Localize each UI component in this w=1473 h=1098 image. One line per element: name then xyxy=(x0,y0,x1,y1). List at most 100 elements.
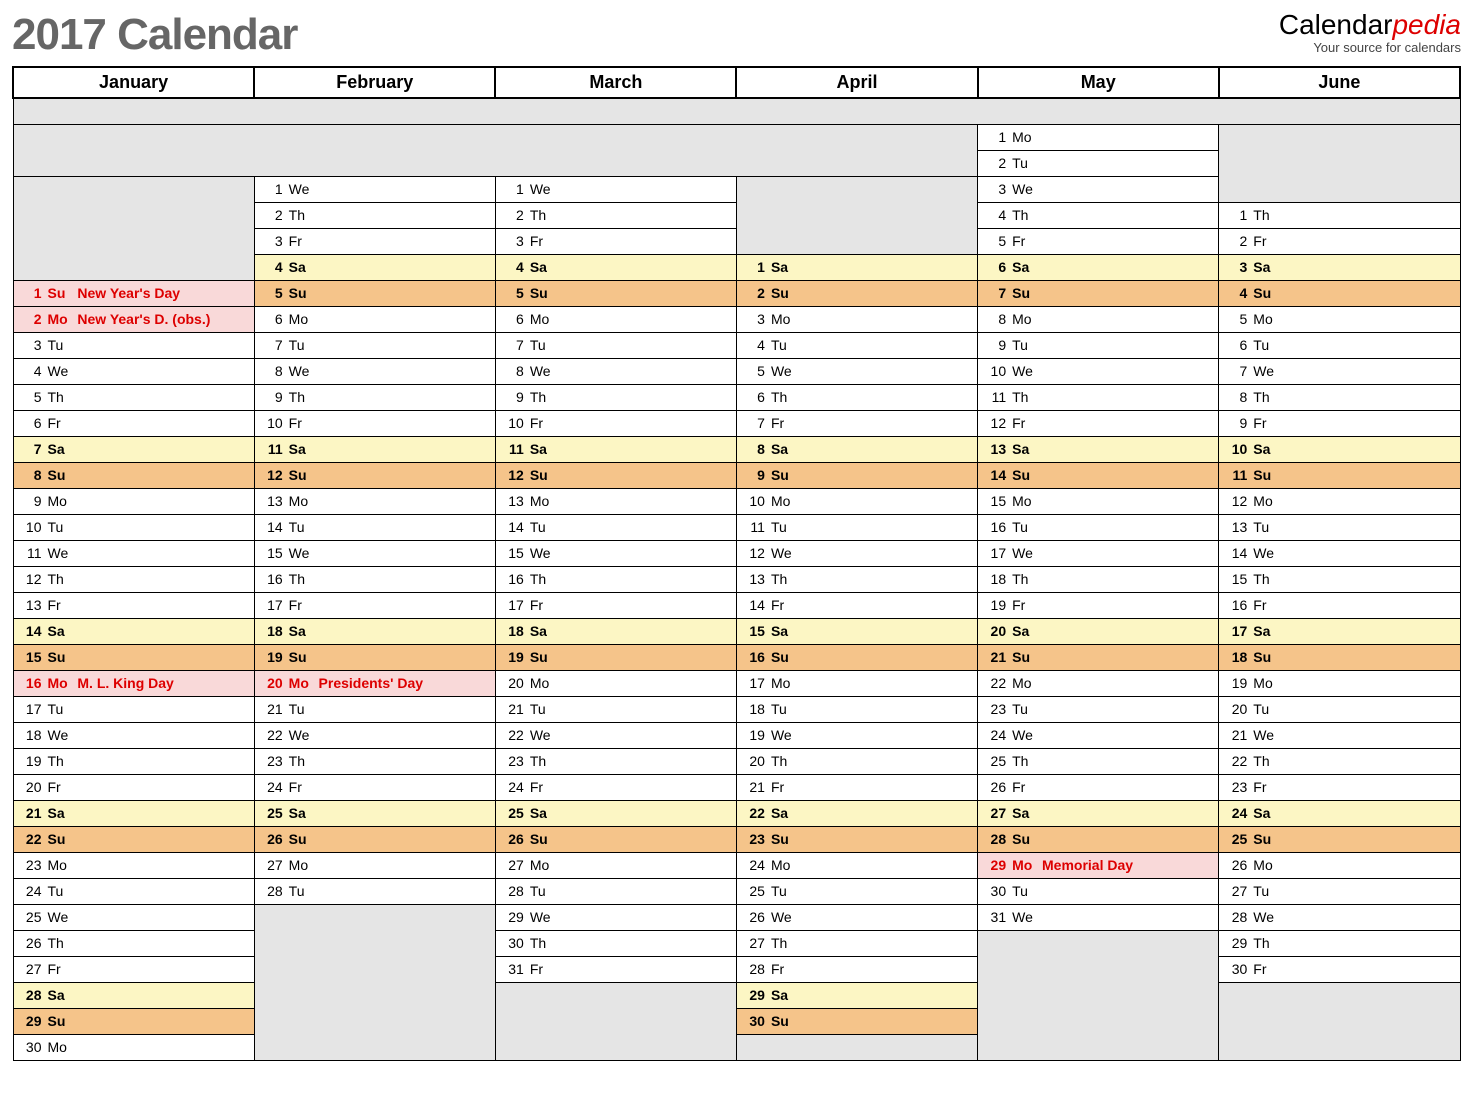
day-of-week: Mo xyxy=(530,857,556,873)
day-of-week: Fr xyxy=(1253,415,1279,431)
day-of-week: Su xyxy=(289,467,315,483)
day-of-week: We xyxy=(1253,727,1279,743)
day-cell: 1We xyxy=(254,176,495,202)
day-cell: 21Fr xyxy=(736,774,977,800)
day-cell xyxy=(1219,982,1460,1060)
day-cell: 15Sa xyxy=(736,618,977,644)
day-number: 23 xyxy=(20,857,42,873)
day-cell: 29Th xyxy=(1219,930,1460,956)
day-cell: 28Tu xyxy=(495,878,736,904)
day-of-week: Tu xyxy=(289,519,315,535)
day-number: 6 xyxy=(261,311,283,327)
day-of-week: Tu xyxy=(530,883,556,899)
day-number: 12 xyxy=(20,571,42,587)
day-number: 16 xyxy=(502,571,524,587)
day-number: 7 xyxy=(743,415,765,431)
day-of-week: Fr xyxy=(530,415,556,431)
day-cell: 19Su xyxy=(254,644,495,670)
day-number: 10 xyxy=(261,415,283,431)
day-number: 14 xyxy=(502,519,524,535)
day-cell: 7We xyxy=(1219,358,1460,384)
day-cell: 12We xyxy=(736,540,977,566)
day-cell: 16Su xyxy=(736,644,977,670)
day-cell: 4Tu xyxy=(736,332,977,358)
page-title: 2017 Calendar xyxy=(12,10,297,60)
day-number: 9 xyxy=(743,467,765,483)
day-number: 24 xyxy=(743,857,765,873)
day-number: 22 xyxy=(261,727,283,743)
day-number: 3 xyxy=(743,311,765,327)
day-of-week: Th xyxy=(1012,389,1038,405)
day-number: 4 xyxy=(984,207,1006,223)
day-number: 30 xyxy=(20,1039,42,1055)
day-cell: 17Mo xyxy=(736,670,977,696)
day-of-week: Mo xyxy=(1012,675,1038,691)
day-of-week: Th xyxy=(48,389,74,405)
day-cell: 11Sa xyxy=(254,436,495,462)
day-of-week: Fr xyxy=(1253,961,1279,977)
day-of-week: We xyxy=(530,727,556,743)
brand-name: Calendarpedia xyxy=(1279,10,1461,41)
day-cell: 26Mo xyxy=(1219,852,1460,878)
day-number: 6 xyxy=(502,311,524,327)
day-number: 24 xyxy=(502,779,524,795)
day-number: 10 xyxy=(743,493,765,509)
day-cell: 19Mo xyxy=(1219,670,1460,696)
day-cell: 30Su xyxy=(736,1008,977,1034)
day-number: 21 xyxy=(20,805,42,821)
day-number: 15 xyxy=(743,623,765,639)
day-of-week: Th xyxy=(1253,935,1279,951)
day-cell: 26Su xyxy=(254,826,495,852)
day-of-week: Su xyxy=(289,649,315,665)
day-cell: 14Su xyxy=(978,462,1219,488)
day-cell: 12Su xyxy=(495,462,736,488)
day-number: 10 xyxy=(20,519,42,535)
day-of-week: Su xyxy=(1012,467,1038,483)
day-number: 21 xyxy=(502,701,524,717)
day-of-week: Mo xyxy=(530,675,556,691)
day-of-week: Fr xyxy=(48,597,74,613)
day-of-week: Su xyxy=(771,285,797,301)
day-cell: 14Tu xyxy=(254,514,495,540)
month-header: May xyxy=(978,67,1219,98)
day-of-week: Sa xyxy=(1253,805,1279,821)
day-of-week: Fr xyxy=(48,961,74,977)
day-number: 8 xyxy=(1225,389,1247,405)
day-number: 2 xyxy=(984,155,1006,171)
day-cell: 8Sa xyxy=(736,436,977,462)
day-of-week: Mo xyxy=(530,493,556,509)
day-cell: 23Tu xyxy=(978,696,1219,722)
day-cell: 28Su xyxy=(978,826,1219,852)
day-of-week: Mo xyxy=(771,493,797,509)
day-cell: 7Tu xyxy=(495,332,736,358)
day-cell: 19We xyxy=(736,722,977,748)
day-cell: 31We xyxy=(978,904,1219,930)
day-number: 2 xyxy=(20,311,42,327)
day-cell: 19Fr xyxy=(978,592,1219,618)
day-number: 16 xyxy=(20,675,42,691)
day-of-week: Su xyxy=(48,1013,74,1029)
day-number: 28 xyxy=(984,831,1006,847)
day-cell: 4Su xyxy=(1219,280,1460,306)
day-of-week: Mo xyxy=(48,311,74,327)
day-of-week: Fr xyxy=(289,779,315,795)
day-cell: 24Sa xyxy=(1219,800,1460,826)
day-number: 26 xyxy=(984,779,1006,795)
day-of-week: Fr xyxy=(289,597,315,613)
day-of-week: Tu xyxy=(289,701,315,717)
day-of-week: Th xyxy=(771,753,797,769)
day-cell: 23Fr xyxy=(1219,774,1460,800)
day-cell: 22Su xyxy=(13,826,254,852)
day-cell: 22We xyxy=(254,722,495,748)
day-number: 14 xyxy=(20,623,42,639)
day-number: 15 xyxy=(502,545,524,561)
day-cell: 11Th xyxy=(978,384,1219,410)
day-of-week: Sa xyxy=(1253,441,1279,457)
day-cell xyxy=(978,930,1219,1060)
day-cell: 21We xyxy=(1219,722,1460,748)
day-cell: 18Sa xyxy=(495,618,736,644)
day-cell: 11Sa xyxy=(495,436,736,462)
day-number: 25 xyxy=(743,883,765,899)
brand-tagline: Your source for calendars xyxy=(1279,41,1461,55)
day-number: 11 xyxy=(20,545,42,561)
